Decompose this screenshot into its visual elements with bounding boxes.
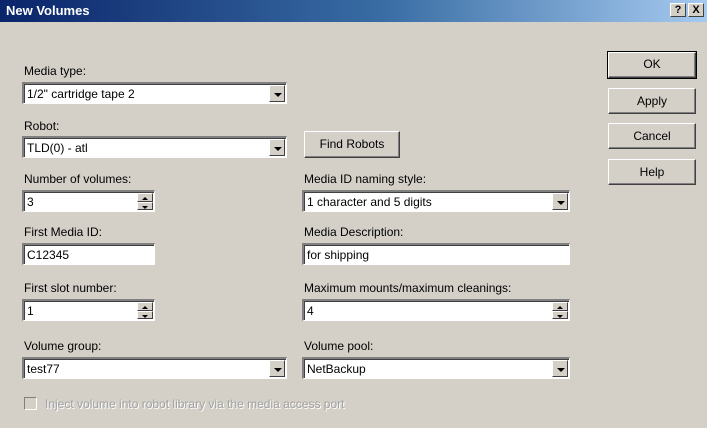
volume-pool-dropdown[interactable]: NetBackup	[302, 357, 570, 379]
robot-value: TLD(0) - atl	[27, 141, 88, 155]
number-of-volumes-up-icon[interactable]	[137, 193, 153, 202]
first-slot-label: First slot number:	[24, 281, 117, 295]
max-mounts-value: 4	[307, 304, 314, 318]
help-icon[interactable]: ?	[670, 3, 686, 17]
number-of-volumes-input[interactable]: 3	[22, 190, 155, 212]
media-description-value: for shipping	[307, 248, 370, 262]
find-robots-label: Find Robots	[319, 137, 385, 151]
robot-label: Robot:	[24, 119, 60, 133]
close-icon[interactable]: X	[688, 3, 704, 17]
inject-checkbox[interactable]	[24, 397, 37, 410]
naming-style-dropdown[interactable]: 1 character and 5 digits	[302, 190, 570, 212]
cancel-label: Cancel	[633, 129, 671, 143]
apply-label: Apply	[636, 94, 668, 108]
volume-group-label: Volume group:	[24, 339, 102, 353]
first-media-id-label: First Media ID:	[24, 225, 103, 239]
volume-group-chevron-down-icon[interactable]	[269, 360, 285, 377]
max-mounts-input[interactable]: 4	[302, 299, 570, 321]
first-slot-down-icon[interactable]	[137, 310, 153, 319]
help-button[interactable]: Help	[608, 159, 696, 185]
number-of-volumes-label: Number of volumes:	[24, 172, 132, 186]
media-type-label: Media type:	[24, 64, 87, 78]
naming-style-label: Media ID naming style:	[304, 172, 427, 186]
max-mounts-label: Maximum mounts/maximum cleanings:	[304, 281, 512, 295]
ok-button[interactable]: OK	[607, 51, 697, 79]
first-slot-stepper[interactable]	[137, 302, 153, 319]
media-description-label: Media Description:	[304, 225, 404, 239]
volume-pool-label: Volume pool:	[304, 339, 374, 353]
naming-style-chevron-down-icon[interactable]	[552, 193, 568, 210]
first-slot-up-icon[interactable]	[137, 302, 153, 311]
robot-chevron-down-icon[interactable]	[269, 139, 285, 156]
robot-dropdown[interactable]: TLD(0) - atl	[22, 136, 287, 158]
help-label: Help	[639, 165, 665, 179]
dialog-title: New Volumes	[6, 3, 90, 18]
number-of-volumes-down-icon[interactable]	[137, 201, 153, 210]
volume-pool-value: NetBackup	[307, 362, 366, 376]
new-volumes-dialog: New Volumes ? X Media type: 1/2" cartrid…	[0, 0, 707, 428]
media-type-chevron-down-icon[interactable]	[269, 85, 285, 102]
media-type-value: 1/2" cartridge tape 2	[27, 87, 135, 101]
max-mounts-stepper[interactable]	[552, 302, 568, 319]
ok-label: OK	[643, 57, 661, 71]
apply-button[interactable]: Apply	[608, 88, 696, 114]
volume-group-dropdown[interactable]: test77	[22, 357, 287, 379]
volume-group-value: test77	[27, 362, 60, 376]
first-media-id-value: C12345	[27, 248, 70, 262]
cancel-button[interactable]: Cancel	[608, 123, 696, 149]
first-media-id-input[interactable]: C12345	[22, 243, 155, 265]
max-mounts-down-icon[interactable]	[552, 310, 568, 319]
title-bar[interactable]: New Volumes ? X	[0, 0, 707, 22]
first-slot-value: 1	[27, 304, 34, 318]
number-of-volumes-value: 3	[27, 195, 34, 209]
max-mounts-up-icon[interactable]	[552, 302, 568, 311]
naming-style-value: 1 character and 5 digits	[307, 195, 432, 209]
media-description-input[interactable]: for shipping	[302, 243, 570, 265]
number-of-volumes-stepper[interactable]	[137, 193, 153, 210]
inject-label: Inject volume into robot library via the…	[45, 397, 345, 411]
find-robots-button[interactable]: Find Robots	[304, 131, 400, 158]
volume-pool-chevron-down-icon[interactable]	[552, 360, 568, 377]
first-slot-input[interactable]: 1	[22, 299, 155, 321]
media-type-dropdown[interactable]: 1/2" cartridge tape 2	[22, 82, 287, 104]
